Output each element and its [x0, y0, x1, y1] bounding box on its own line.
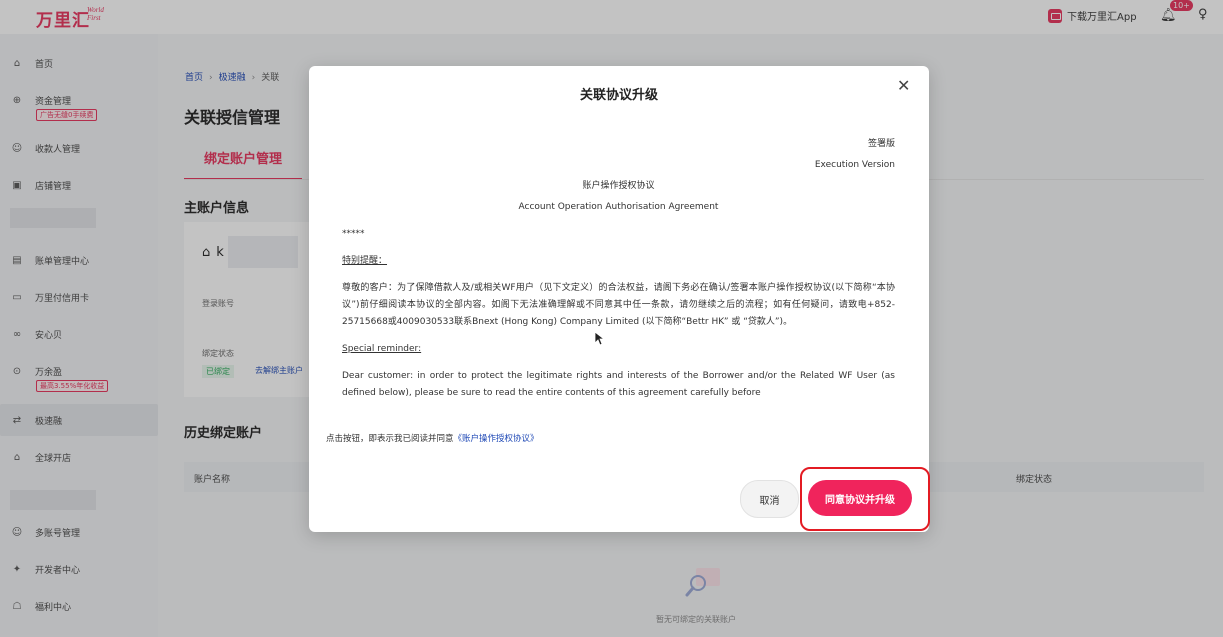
reminder-paragraph-cn: 尊敬的客户：为了保障借款人及/或相关WF用户（见下文定义）的合法权益，请阁下务必… [342, 283, 895, 327]
stars: ***** [342, 229, 365, 239]
special-reminder-cn: 特别提醒： [342, 256, 388, 266]
agree-statement: 点击按钮，即表示我已阅读并同意《账户操作授权协议》 [326, 434, 539, 444]
special-reminder-en: Special reminder: [342, 344, 422, 354]
version-en: Execution Version [814, 160, 895, 170]
agreement-upgrade-dialog: 关联协议升级 ✕ 签署版 Execution Version 账户操作授权协议 … [309, 66, 930, 532]
version-cn: 签署版 [867, 139, 895, 149]
cancel-button[interactable]: 取消 [740, 480, 799, 518]
agree-upgrade-button[interactable]: 同意协议并升级 [808, 480, 912, 516]
agreement-scroll-area[interactable]: 签署版 Execution Version 账户操作授权协议 Account O… [342, 136, 895, 420]
reminder-paragraph-en: Dear customer: in order to protect the l… [342, 371, 895, 398]
agreement-title-cn: 账户操作授权协议 [582, 181, 655, 191]
mouse-cursor-icon [594, 331, 604, 346]
agreement-title-en: Account Operation Authorisation Agreemen… [518, 202, 719, 212]
dialog-title: 关联协议升级 [579, 88, 658, 103]
agreement-link[interactable]: 《账户操作授权协议》 [454, 434, 539, 444]
close-icon[interactable]: ✕ [897, 76, 910, 95]
